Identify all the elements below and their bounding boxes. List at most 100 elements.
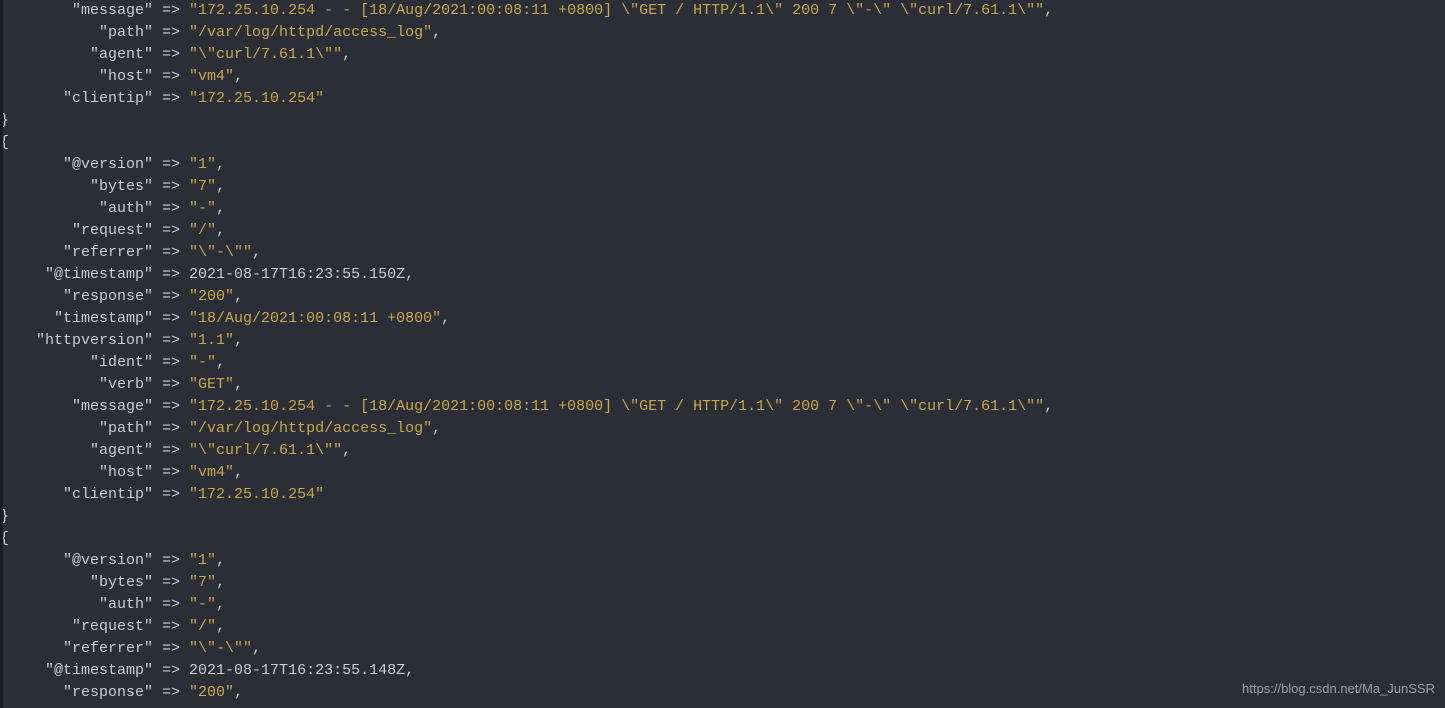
log-line: "path" => "/var/log/httpd/access_log", [0,418,1445,440]
comma: , [216,200,225,217]
comma: , [216,354,225,371]
field-value-string: "200" [189,684,234,701]
arrow-operator: => [153,156,189,173]
log-line: "@version" => "1", [0,550,1445,572]
comma: , [1044,2,1053,19]
comma: , [252,640,261,657]
field-value-string: "200" [189,288,234,305]
comma: , [216,618,225,635]
field-key: "referrer" [0,244,153,261]
field-value-string: "-" [189,354,216,371]
log-line: "message" => "172.25.10.254 - - [18/Aug/… [0,0,1445,22]
arrow-operator: => [153,46,189,63]
field-key: "clientip" [0,90,153,107]
field-value-string: "/" [189,618,216,635]
field-key: "host" [0,68,153,85]
log-line: "timestamp" => "18/Aug/2021:00:08:11 +08… [0,308,1445,330]
field-value-plain: 2021-08-17T16:23:55.148Z, [189,662,414,679]
log-line: "agent" => "\"curl/7.61.1\"", [0,440,1445,462]
field-value-string: "\"curl/7.61.1\"" [189,46,342,63]
comma: , [216,552,225,569]
arrow-operator: => [153,376,189,393]
arrow-operator: => [153,574,189,591]
log-line: "message" => "172.25.10.254 - - [18/Aug/… [0,396,1445,418]
arrow-operator: => [153,68,189,85]
field-key: "@version" [0,552,153,569]
field-key: "path" [0,24,153,41]
field-value-string: "1" [189,552,216,569]
field-value-string: "/" [189,222,216,239]
terminal-output: "message" => "172.25.10.254 - - [18/Aug/… [0,0,1445,704]
field-value-string: "-" [189,596,216,613]
arrow-operator: => [153,222,189,239]
log-line: "bytes" => "7", [0,176,1445,198]
arrow-operator: => [153,442,189,459]
field-key: "clientip" [0,486,153,503]
field-key: "request" [0,618,153,635]
log-line: "referrer" => "\"-\"", [0,242,1445,264]
log-line: "httpversion" => "1.1", [0,330,1445,352]
open-brace: { [0,528,1445,550]
arrow-operator: => [153,662,189,679]
field-value-string: "GET" [189,376,234,393]
log-line: "referrer" => "\"-\"", [0,638,1445,660]
open-brace: { [0,132,1445,154]
field-key: "message" [0,398,153,415]
arrow-operator: => [153,618,189,635]
log-line: "host" => "vm4", [0,462,1445,484]
field-key: "verb" [0,376,153,393]
field-key: "@timestamp" [0,662,153,679]
comma: , [234,288,243,305]
arrow-operator: => [153,684,189,701]
comma: , [234,332,243,349]
comma: , [234,464,243,481]
watermark: https://blog.csdn.net/Ma_JunSSR [1242,678,1435,700]
log-line: "request" => "/", [0,220,1445,242]
close-brace: } [0,506,1445,528]
arrow-operator: => [153,266,189,283]
field-key: "auth" [0,200,153,217]
field-key: "@version" [0,156,153,173]
comma: , [234,376,243,393]
field-key: "auth" [0,596,153,613]
arrow-operator: => [153,420,189,437]
comma: , [252,244,261,261]
comma: , [342,442,351,459]
arrow-operator: => [153,464,189,481]
log-line: "verb" => "GET", [0,374,1445,396]
log-line: "clientip" => "172.25.10.254" [0,484,1445,506]
field-key: "timestamp" [0,310,153,327]
field-key: "path" [0,420,153,437]
field-key: "host" [0,464,153,481]
arrow-operator: => [153,640,189,657]
field-key: "response" [0,288,153,305]
comma: , [441,310,450,327]
field-value-string: "vm4" [189,68,234,85]
arrow-operator: => [153,2,189,19]
arrow-operator: => [153,486,189,503]
log-line: "agent" => "\"curl/7.61.1\"", [0,44,1445,66]
field-key: "bytes" [0,178,153,195]
comma: , [216,596,225,613]
field-value-plain: 2021-08-17T16:23:55.150Z, [189,266,414,283]
field-value-string: "172.25.10.254 - - [18/Aug/2021:00:08:11… [189,2,1044,19]
arrow-operator: => [153,288,189,305]
log-line: "bytes" => "7", [0,572,1445,594]
arrow-operator: => [153,332,189,349]
comma: , [432,24,441,41]
field-value-string: "172.25.10.254" [189,486,324,503]
window-edge [0,0,3,708]
field-value-string: "vm4" [189,464,234,481]
log-line: "response" => "200", [0,682,1445,704]
log-line: "path" => "/var/log/httpd/access_log", [0,22,1445,44]
comma: , [216,178,225,195]
arrow-operator: => [153,90,189,107]
comma: , [216,574,225,591]
field-value-string: "172.25.10.254 - - [18/Aug/2021:00:08:11… [189,398,1044,415]
arrow-operator: => [153,178,189,195]
arrow-operator: => [153,354,189,371]
field-key: "referrer" [0,640,153,657]
arrow-operator: => [153,310,189,327]
log-line: "ident" => "-", [0,352,1445,374]
field-value-string: "7" [189,178,216,195]
